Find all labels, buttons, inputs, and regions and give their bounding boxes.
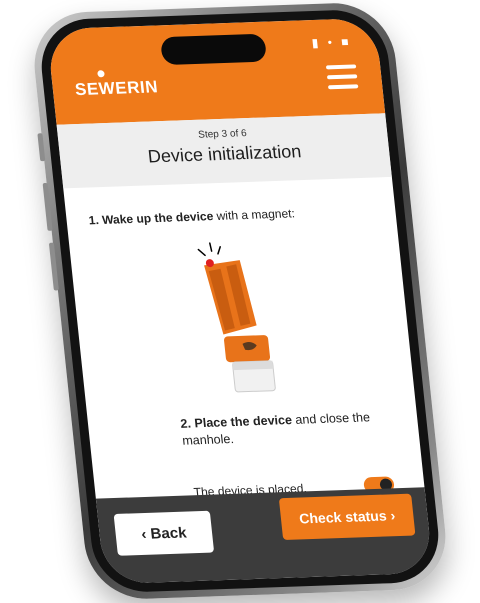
phone-frame: ▮ • ■ SEWERIN Step 3 of 6 Device initial… bbox=[28, 1, 452, 601]
check-status-button[interactable]: Check status › bbox=[278, 493, 416, 541]
sewerin-logo: SEWERIN bbox=[74, 70, 159, 100]
status-icons: ▮ • ■ bbox=[310, 34, 353, 50]
phone-bezel: ▮ • ■ SEWERIN Step 3 of 6 Device initial… bbox=[36, 8, 444, 594]
instruction-step-1: 1. Wake up the device with a magnet: bbox=[88, 203, 382, 227]
dynamic-island bbox=[159, 33, 268, 66]
logo-mark-icon bbox=[97, 70, 105, 78]
logo-text: SEWERIN bbox=[74, 77, 159, 100]
app-screen: ▮ • ■ SEWERIN Step 3 of 6 Device initial… bbox=[46, 17, 434, 585]
back-button-label: Back bbox=[149, 523, 188, 543]
volume-down-button bbox=[48, 242, 59, 291]
footer-bar: ‹ Back Check status › bbox=[95, 487, 434, 585]
hamburger-menu-icon[interactable] bbox=[325, 64, 359, 90]
action-button bbox=[37, 133, 46, 162]
instruction-step-1-rest: with a magnet: bbox=[212, 206, 296, 224]
instruction-step-1-bold: 1. Wake up the device bbox=[88, 209, 214, 228]
chevron-right-icon: › bbox=[389, 507, 396, 524]
app-header: ▮ • ■ SEWERIN bbox=[46, 17, 386, 125]
step-header: Step 3 of 6 Device initialization bbox=[56, 113, 392, 189]
instruction-step-2: 2. Place the device and close the manhol… bbox=[180, 408, 402, 449]
volume-up-button bbox=[42, 182, 53, 231]
instruction-step-2-bold: 2. Place the device bbox=[179, 413, 293, 431]
stage: ▮ • ■ SEWERIN Step 3 of 6 Device initial… bbox=[0, 0, 480, 603]
chevron-left-icon: ‹ bbox=[140, 525, 148, 543]
check-status-label: Check status bbox=[298, 507, 388, 527]
back-button[interactable]: ‹ Back bbox=[113, 510, 215, 556]
device-illustration-icon bbox=[197, 242, 276, 393]
